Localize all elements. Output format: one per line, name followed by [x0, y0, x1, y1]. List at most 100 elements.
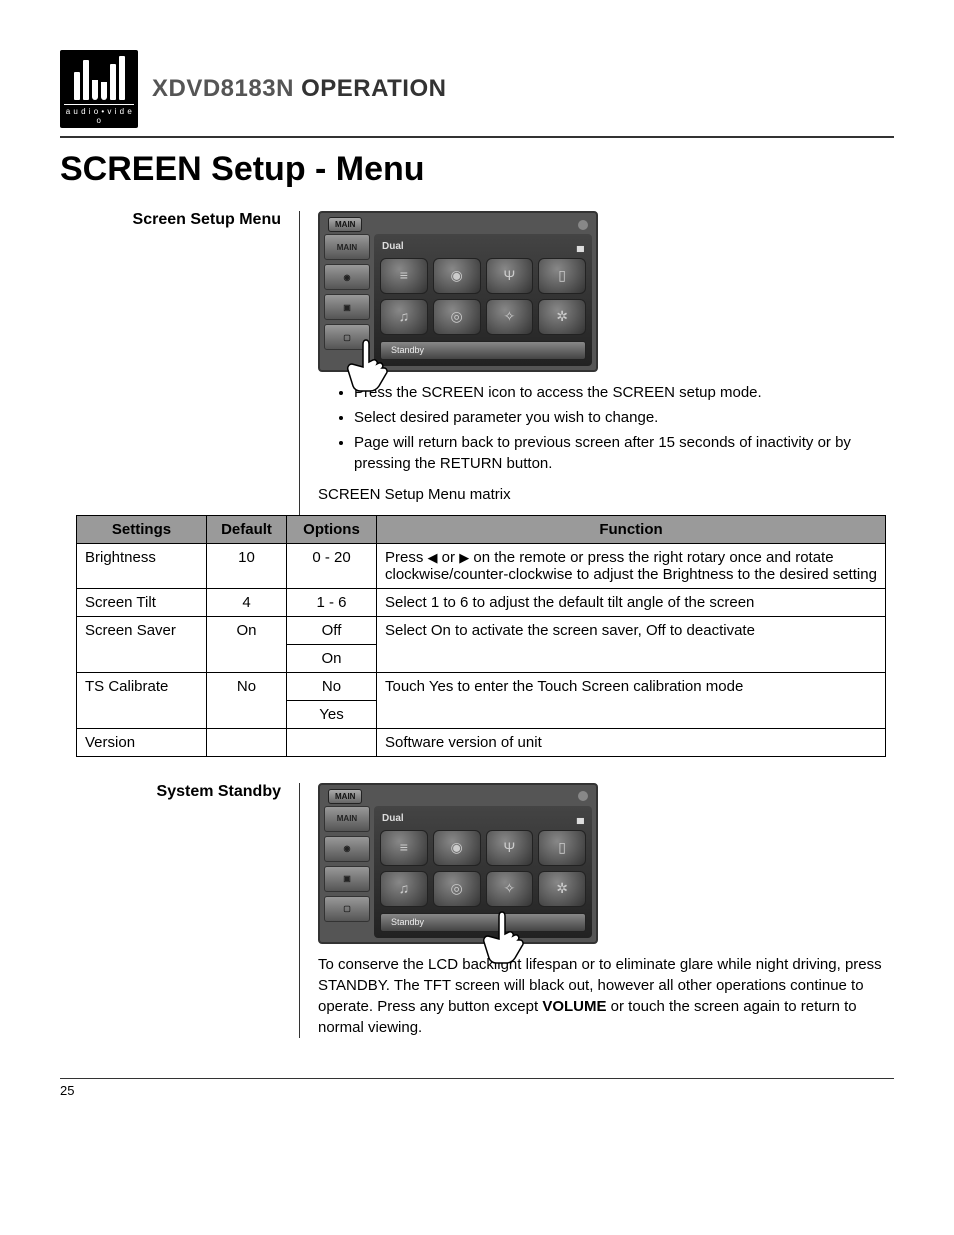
radio-icon: ≡ — [380, 830, 428, 866]
right-arrow-icon: ▶ — [459, 550, 469, 566]
settings-matrix-table: Settings Default Options Function Bright… — [76, 515, 886, 757]
cell-option: Yes — [287, 700, 377, 728]
sidebar-disc-icon: ◉ — [324, 264, 370, 290]
bluetooth-indicator-icon — [578, 791, 588, 801]
section-content-screen-setup: MAIN MAIN ◉ ▣ ▢ Dual ▄ ≡ ◉ — [300, 211, 894, 515]
bluetooth-icon: ✲ — [538, 299, 586, 335]
section-screen-setup: Screen Setup Menu MAIN MAIN ◉ ▣ ▢ Dual ▄ — [60, 211, 894, 515]
cell-option: 0 - 20 — [287, 543, 377, 588]
logo-subtext: a u d i o • v i d e o — [64, 104, 134, 125]
bluetooth-indicator-icon — [578, 220, 588, 230]
sidebar-screen-icon: ▢ — [324, 896, 370, 922]
cell-default: No — [207, 672, 287, 728]
device-tab-main: MAIN — [328, 789, 362, 804]
cell-function: Press ◀ or ▶ on the remote or press the … — [377, 543, 886, 588]
model-number: XDVD8183N — [152, 75, 294, 102]
standby-paragraph: To conserve the LCD backlight lifespan o… — [318, 954, 894, 1038]
table-row: Brightness 10 0 - 20 Press ◀ or ▶ on the… — [77, 543, 886, 588]
logo-bars-icon — [74, 54, 125, 100]
disc-icon: ◉ — [433, 830, 481, 866]
cell-setting: TS Calibrate — [77, 672, 207, 728]
sidebar-main-button: MAIN — [324, 234, 370, 260]
usb-icon: Ψ — [486, 258, 534, 294]
radio-icon: ≡ — [380, 258, 428, 294]
bullet-item: Page will return back to previous screen… — [354, 432, 894, 474]
table-row: Screen Saver On Off Select On to activat… — [77, 616, 886, 644]
cell-setting: Screen Tilt — [77, 588, 207, 616]
folder-icon: ▄ — [577, 812, 584, 826]
cell-option: On — [287, 644, 377, 672]
cell-default: On — [207, 616, 287, 672]
table-row: TS Calibrate No No Touch Yes to enter th… — [77, 672, 886, 700]
cell-option: Off — [287, 616, 377, 644]
th-function: Function — [377, 515, 886, 543]
th-default: Default — [207, 515, 287, 543]
camera-icon: ◎ — [433, 871, 481, 907]
cell-default — [207, 728, 287, 756]
section-content-standby: MAIN MAIN ◉ ▣ ▢ Dual ▄ ≡ ◉ — [300, 783, 894, 1038]
device-brand: Dual — [382, 240, 404, 254]
aux-icon: ♫ — [380, 871, 428, 907]
sidebar-main-button: MAIN — [324, 806, 370, 832]
aux-icon: ♫ — [380, 299, 428, 335]
page-number: 25 — [60, 1078, 894, 1098]
device-icon-grid: ≡ ◉ Ψ ▯ ♫ ◎ ✧ ✲ — [380, 258, 586, 335]
doc-title: XDVD8183N OPERATION — [152, 75, 446, 103]
device-tab-main: MAIN — [328, 217, 362, 232]
cell-option: No — [287, 672, 377, 700]
disc-icon: ◉ — [433, 258, 481, 294]
instruction-list: Press the SCREEN icon to access the SCRE… — [318, 382, 894, 474]
table-row: Version Software version of unit — [77, 728, 886, 756]
device-icon-grid: ≡ ◉ Ψ ▯ ♫ ◎ ✧ ✲ — [380, 830, 586, 907]
section-label-standby: System Standby — [60, 783, 300, 1038]
table-header-row: Settings Default Options Function — [77, 515, 886, 543]
cell-function: Select On to activate the screen saver, … — [377, 616, 886, 672]
device-brand: Dual — [382, 812, 404, 826]
page-heading: SCREEN Setup - Menu — [60, 150, 894, 189]
standby-button: Standby — [380, 913, 586, 932]
header-rule — [60, 136, 894, 138]
cell-default: 10 — [207, 543, 287, 588]
device-screenshot-2: MAIN MAIN ◉ ▣ ▢ Dual ▄ ≡ ◉ — [318, 783, 598, 944]
sidebar-screen-icon: ▢ — [324, 324, 370, 350]
doc-header: a u d i o • v i d e o XDVD8183N OPERATIO… — [60, 50, 894, 128]
bullet-item: Press the SCREEN icon to access the SCRE… — [354, 382, 894, 403]
folder-icon: ▄ — [577, 240, 584, 254]
cell-setting: Brightness — [77, 543, 207, 588]
ipod-icon: ▯ — [538, 830, 586, 866]
th-options: Options — [287, 515, 377, 543]
ipod-icon: ▯ — [538, 258, 586, 294]
fn-text: Press — [385, 549, 428, 566]
sidebar-av-icon: ▣ — [324, 294, 370, 320]
nav-icon: ✧ — [486, 299, 534, 335]
dual-logo: a u d i o • v i d e o — [60, 50, 138, 128]
cell-default: 4 — [207, 588, 287, 616]
device-screenshot-1: MAIN MAIN ◉ ▣ ▢ Dual ▄ ≡ ◉ — [318, 211, 598, 372]
standby-button: Standby — [380, 341, 586, 360]
left-arrow-icon: ◀ — [428, 550, 438, 566]
sidebar-disc-icon: ◉ — [324, 836, 370, 862]
section-system-standby: System Standby MAIN MAIN ◉ ▣ ▢ Dual ▄ — [60, 783, 894, 1038]
bullet-item: Select desired parameter you wish to cha… — [354, 407, 894, 428]
section-name: OPERATION — [301, 75, 446, 102]
bluetooth-icon: ✲ — [538, 871, 586, 907]
cell-setting: Screen Saver — [77, 616, 207, 672]
cell-setting: Version — [77, 728, 207, 756]
para-bold: VOLUME — [542, 998, 606, 1015]
device-sidebar: MAIN ◉ ▣ ▢ — [324, 234, 370, 366]
section-label-screen-setup: Screen Setup Menu — [60, 211, 300, 515]
th-settings: Settings — [77, 515, 207, 543]
cell-function: Select 1 to 6 to adjust the default tilt… — [377, 588, 886, 616]
table-row: Screen Tilt 4 1 - 6 Select 1 to 6 to adj… — [77, 588, 886, 616]
fn-text: or — [438, 549, 460, 566]
cell-function: Software version of unit — [377, 728, 886, 756]
device-sidebar: MAIN ◉ ▣ ▢ — [324, 806, 370, 938]
cell-function: Touch Yes to enter the Touch Screen cali… — [377, 672, 886, 728]
usb-icon: Ψ — [486, 830, 534, 866]
matrix-caption: SCREEN Setup Menu matrix — [318, 484, 894, 505]
sidebar-av-icon: ▣ — [324, 866, 370, 892]
nav-icon: ✧ — [486, 871, 534, 907]
cell-option — [287, 728, 377, 756]
camera-icon: ◎ — [433, 299, 481, 335]
cell-option: 1 - 6 — [287, 588, 377, 616]
